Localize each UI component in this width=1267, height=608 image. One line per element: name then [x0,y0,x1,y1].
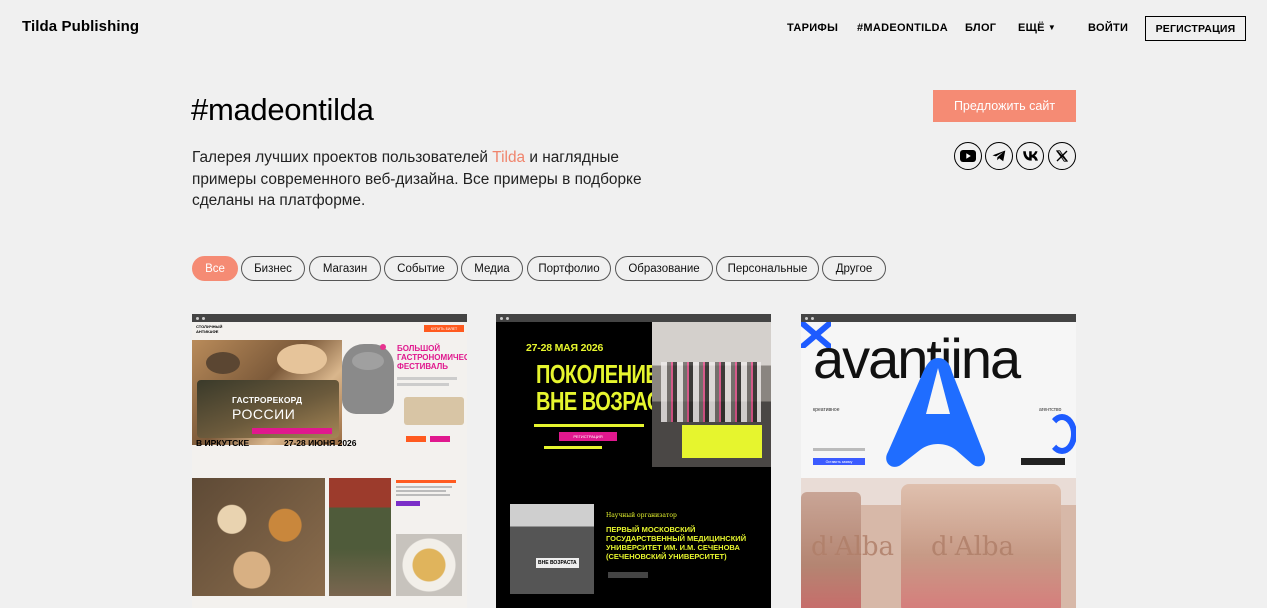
card3-cta: Оставить заявку [813,458,865,465]
register-button[interactable]: РЕГИСТРАЦИЯ [1145,16,1246,41]
filter-shop[interactable]: Магазин [309,256,381,281]
card1-headline-2: ГАСТРОНОМИЧЕСКИЙ [397,353,467,362]
card1-plate [277,344,327,374]
card2-organizer-label: Научный организатор [606,512,677,519]
browser-bar [496,314,771,322]
card1-mini-button [406,436,426,442]
card2-crowd-people [661,362,761,422]
browser-bar [801,314,1076,322]
card1-badge-line2: РОССИИ [232,406,296,422]
vk-icon[interactable] [1016,142,1044,170]
site-logo[interactable]: Tilda Publishing [22,18,139,35]
page-description: Галерея лучших проектов пользователей Ti… [192,147,652,212]
card1-text-line [397,383,449,386]
nav-more-label: ЕЩЁ [1018,22,1045,34]
top-navigation: Tilda Publishing ТАРИФЫ #MADEONTILDA БЛО… [0,0,1267,56]
project-card-event[interactable]: 27-28 МАЯ 2026 ПОКОЛЕНИЕ ВНЕ ВОЗРАСТА РЕ… [496,314,771,608]
filter-business[interactable]: Бизнес [241,256,305,281]
telegram-icon[interactable] [985,142,1013,170]
card1-side-photo [404,397,464,425]
card1-pot [206,352,240,374]
card3-right-tag: агентство [1039,407,1062,413]
login-link[interactable]: ВОЙТИ [1088,22,1128,34]
youtube-icon[interactable] [954,142,982,170]
card1-pink-dot [380,344,386,350]
project-screenshot: 27-28 МАЯ 2026 ПОКОЛЕНИЕ ВНЕ ВОЗРАСТА РЕ… [496,322,771,608]
card2-location-box [682,425,762,458]
card1-pink-strip [252,428,332,434]
tilda-link[interactable]: Tilda [492,149,525,166]
card3-bottle-text-left: d'Alba [811,532,895,562]
project-screenshot: avantiina креативное агентство Оставить … [801,322,1076,608]
project-card-avantiina[interactable]: avantiina креативное агентство Оставить … [801,314,1076,608]
suggest-site-button[interactable]: Предложить сайт [933,90,1076,122]
card2-small-strip [544,446,602,449]
card2-register-button: РЕГИСТРАЦИЯ [559,432,617,441]
filter-portfolio[interactable]: Портфолио [527,256,611,281]
card1-dates: 27-28 ИЮНЯ 2026 [284,438,357,448]
filter-media[interactable]: Медиа [461,256,523,281]
card1-headline-3: ФЕСТИВАЛЬ [397,362,448,371]
card2-organizer-4: (СЕЧЕНОВСКИЙ УНИВЕРСИТЕТ) [606,552,727,561]
card1-text-line [397,377,457,380]
x-icon[interactable] [1048,142,1076,170]
card2-stage-sign: ВНЕ ВОЗРАСТА [536,558,579,568]
nav-blog[interactable]: БЛОГ [965,22,996,34]
card2-title-1: ПОКОЛЕНИЕ [536,360,659,390]
card2-dates: 27-28 МАЯ 2026 [526,342,604,354]
caret-down-icon: ▼ [1047,23,1057,32]
card3-bottle-text: d'Alba [931,532,1015,562]
card1-mini-button [430,436,450,442]
filter-personal[interactable]: Персональные [716,256,819,281]
filter-all[interactable]: Все [192,256,238,281]
card2-lecture-photo [510,504,594,594]
card1-headline-1: БОЛЬШОЙ [397,344,441,353]
card1-brand: СТОЛИЧНЫЙ АНТИКАФЕ [196,324,223,334]
card3-blue-ring [1047,414,1076,454]
page-title: #madeontilda [191,92,374,127]
card3-text-line [813,448,865,451]
browser-bar [192,314,467,322]
nav-more[interactable]: ЕЩЁ ▼ [1018,22,1056,34]
description-text-start: Галерея лучших проектов пользователей [192,149,493,166]
card1-side-text [396,478,466,528]
card1-city: В ИРКУТСКЕ [196,438,250,448]
card1-badge-line1: ГАСТРОРЕКОРД [232,395,303,405]
card1-chef-photo [329,478,391,596]
card1-cta: КУПИТЬ БИЛЕТ [424,325,464,332]
card3-dark-button [1021,458,1065,465]
card3-a-sculpture [876,354,996,472]
project-card-gastro-festival[interactable]: СТОЛИЧНЫЙ АНТИКАФЕ КУПИТЬ БИЛЕТ ГАСТРОРЕ… [192,314,467,608]
card1-food-photo [192,478,325,596]
filter-education[interactable]: Образование [615,256,713,281]
filter-event[interactable]: Событие [384,256,458,281]
project-screenshot: СТОЛИЧНЫЙ АНТИКАФЕ КУПИТЬ БИЛЕТ ГАСТРОРЕ… [192,322,467,608]
filter-other[interactable]: Другое [822,256,886,281]
card2-subtitle-strip [534,424,644,427]
card1-plate-photo [396,534,462,596]
nav-madeontilda[interactable]: #MADEONTILDA [857,22,948,34]
card3-left-tag: креативное [813,407,840,413]
card1-cat-head [352,352,384,370]
card2-university-logo [608,572,648,578]
nav-pricing[interactable]: ТАРИФЫ [787,22,838,34]
